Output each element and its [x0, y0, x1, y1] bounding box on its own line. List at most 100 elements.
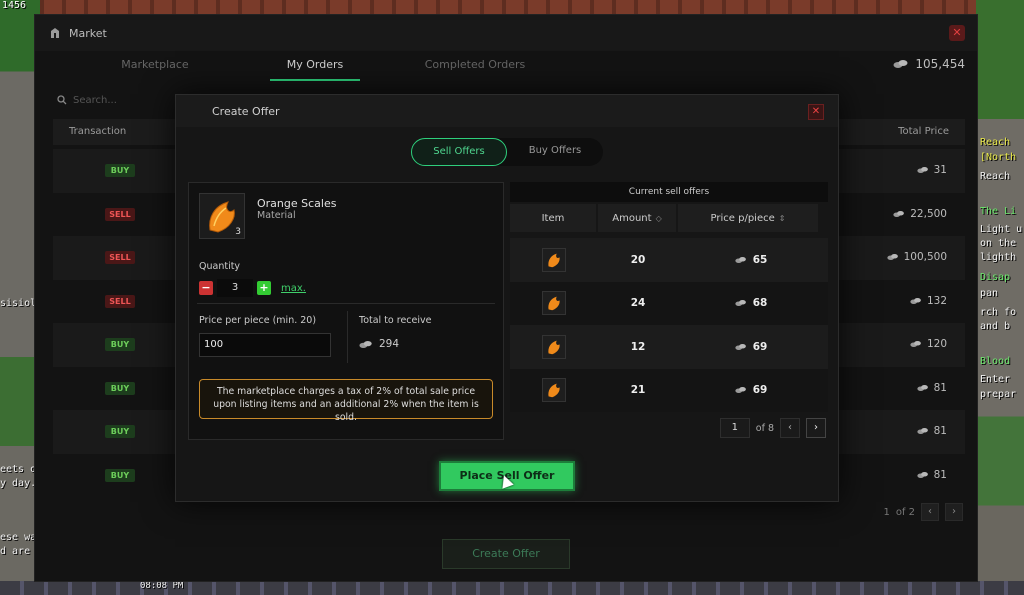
coins-icon [735, 387, 746, 394]
orange-scales-icon [542, 291, 566, 316]
quest-line: Reach [980, 137, 1011, 148]
offer-price: 69 [678, 384, 824, 396]
coin-balance: 105,454 [893, 57, 965, 71]
chat-line: y day. [0, 478, 37, 489]
orange-scales-icon [542, 378, 566, 403]
offers-pagination: 1 of 8 ‹ › [719, 418, 826, 438]
coins-icon [917, 428, 928, 434]
item-name: Orange Scales [257, 197, 337, 210]
game-world-top [0, 0, 1024, 14]
prev-page-button[interactable]: ‹ [921, 503, 939, 521]
offers-list: 20 65 24 68 12 69 21 69 [510, 238, 828, 412]
market-close-button[interactable]: ✕ [949, 25, 965, 41]
sell-badge: SELL [105, 251, 135, 264]
quest-line: rch fo [980, 307, 1017, 318]
tab-marketplace[interactable]: Marketplace [75, 55, 235, 81]
clock: 08:08 PM [140, 581, 184, 591]
modal-close-button[interactable]: ✕ [808, 104, 824, 120]
create-offer-modal: Create Offer ✕ Sell Offers Buy Offers 3 … [175, 94, 839, 502]
price-input[interactable]: 100 [199, 333, 331, 357]
quantity-decrease-button[interactable]: − [199, 281, 213, 295]
search-icon [57, 95, 67, 105]
max-quantity-link[interactable]: max. [281, 283, 306, 294]
page-number[interactable]: 1 [883, 507, 889, 518]
tab-my-orders[interactable]: My Orders [270, 55, 360, 81]
quest-line: The Li [980, 206, 1017, 217]
coins-icon [886, 254, 898, 260]
col-total-price[interactable]: Total Price [898, 126, 949, 137]
row-total-value: 81 [933, 468, 947, 481]
buy-offers-toggle[interactable]: Buy Offers [507, 138, 603, 166]
coins-icon [893, 210, 905, 217]
create-offer-button[interactable]: Create Offer [442, 539, 570, 569]
offer-price-value: 69 [752, 384, 768, 397]
sort-icon: ⇕ [778, 213, 786, 223]
total-receive: 294 [359, 338, 399, 350]
sell-badge: SELL [105, 207, 135, 221]
quest-line: prepar [980, 389, 1017, 400]
col-price[interactable]: Price p/piece ⇕ [678, 204, 818, 232]
coins-icon [893, 60, 908, 68]
divider [347, 311, 348, 363]
market-logo-icon [51, 28, 59, 38]
row-total: 100,500 [886, 251, 947, 263]
total-receive-label: Total to receive [359, 315, 432, 326]
divider [197, 303, 495, 304]
prev-page-button[interactable]: ‹ [780, 418, 800, 438]
quest-line: Blood [980, 356, 1011, 367]
offer-row[interactable]: 21 69 [510, 368, 828, 412]
col-amount[interactable]: Amount ◇ [598, 204, 676, 232]
next-page-button[interactable]: › [806, 418, 826, 438]
offer-item [510, 291, 598, 316]
quantity-label: Quantity [199, 261, 241, 272]
offer-row[interactable]: 24 68 [510, 281, 828, 325]
orange-scales-icon [542, 334, 566, 359]
modal-title: Create Offer [176, 95, 838, 127]
orange-scales-icon [542, 247, 566, 272]
row-total: 22,500 [893, 208, 947, 220]
quest-line: Enter [980, 374, 1011, 385]
item-category: Material [257, 210, 296, 221]
offers-header: Item Amount ◇ Price p/piece ⇕ [510, 204, 828, 232]
col-item-label: Item [541, 212, 565, 224]
offer-price-value: 69 [752, 340, 768, 353]
next-page-button[interactable]: › [945, 503, 963, 521]
quest-line: on the [980, 238, 1017, 249]
market-title: Market [69, 26, 107, 40]
quantity-input[interactable]: 3 [217, 279, 253, 297]
offer-amount: 20 [630, 253, 646, 266]
row-total-value: 81 [933, 381, 947, 394]
coins-icon [735, 256, 746, 263]
tab-completed-orders[interactable]: Completed Orders [395, 55, 555, 81]
col-item: Item [510, 204, 596, 232]
quest-line: lighth [980, 252, 1017, 263]
row-total-value: 132 [926, 294, 947, 307]
quantity-increase-button[interactable]: + [257, 281, 271, 295]
quest-line: Reach [980, 171, 1011, 182]
coins-icon [917, 471, 928, 478]
offer-item [510, 378, 598, 403]
buy-badge: BUY [105, 381, 135, 395]
offer-price: 68 [678, 297, 824, 309]
offers-page-number[interactable]: 1 [719, 418, 750, 438]
price-label: Price per piece (min. 20) [199, 315, 317, 326]
item-slot: 3 [199, 193, 245, 239]
quest-line: [North [980, 152, 1017, 163]
col-transaction[interactable]: Transaction [69, 126, 126, 137]
row-total: 132 [910, 295, 947, 307]
offer-price: 65 [678, 254, 824, 266]
offer-amount: 21 [630, 384, 646, 397]
coins-icon [735, 300, 746, 307]
row-total-value: 81 [933, 425, 947, 437]
buy-badge: BUY [105, 338, 135, 351]
row-total-value: 120 [926, 338, 947, 350]
sell-offers-toggle[interactable]: Sell Offers [411, 138, 507, 166]
row-total: 120 [910, 338, 947, 350]
offer-row[interactable]: 20 65 [510, 238, 828, 282]
row-total-value: 22,500 [910, 207, 947, 220]
quest-line: Light u [980, 224, 1023, 235]
row-total: 81 [917, 469, 947, 481]
offer-price: 69 [678, 341, 824, 353]
coins-icon [910, 341, 921, 347]
offer-row[interactable]: 12 69 [510, 325, 828, 369]
